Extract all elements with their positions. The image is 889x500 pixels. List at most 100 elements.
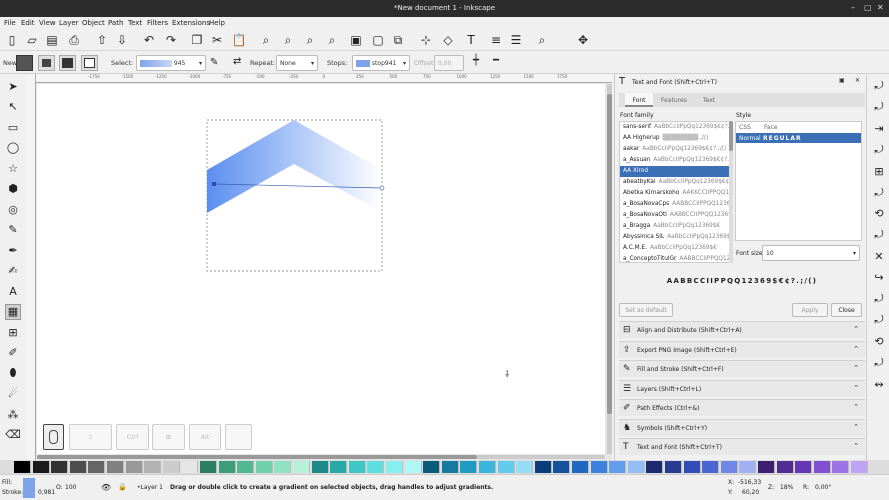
dock-row[interactable]: T Text and Font (Shift+Ctrl+T) ⌃ xyxy=(619,438,865,455)
font-list-item[interactable]: a_Bragga AaBbCcIiPpQq12369$€ xyxy=(620,221,732,232)
dock-row[interactable]: ♞ Symbols (Shift+Ctrl+Y) ⌃ xyxy=(619,418,865,436)
snap-toggle-icon[interactable]: ⤾ xyxy=(871,291,887,307)
collapse-icon[interactable]: ⌃ xyxy=(853,384,859,392)
palette-swatch[interactable] xyxy=(88,461,106,473)
reverse-icon[interactable]: ⇄ xyxy=(233,56,241,67)
palette-swatch[interactable] xyxy=(293,461,310,473)
collapse-icon[interactable]: ⌃ xyxy=(853,403,859,411)
node-editor-icon[interactable]: ⊹ xyxy=(418,32,434,48)
dock-row[interactable]: ⊟ Align and Distribute (Shift+Ctrl+A) ⌃ xyxy=(619,321,865,338)
menu-help[interactable]: Help xyxy=(209,19,225,27)
linear-gradient-button[interactable] xyxy=(16,55,33,71)
snap-toggle-icon[interactable]: ↭ xyxy=(871,376,887,392)
font-list-item[interactable]: a_BosaNovaCpsAABBCCIIPPQQ12369$€ xyxy=(620,199,732,210)
palette-swatch[interactable] xyxy=(237,461,255,473)
palette-swatch[interactable] xyxy=(181,461,199,473)
zoom-value[interactable]: 18% xyxy=(780,484,793,491)
save-icon[interactable]: ▤ xyxy=(44,32,60,48)
tab-text[interactable]: Text xyxy=(703,97,715,104)
dock-row[interactable]: ☰ Layers (Shift+Ctrl+L) ⌃ xyxy=(619,379,865,397)
close-window-button[interactable]: ✕ xyxy=(877,3,884,12)
remove-stop-icon[interactable]: ━ xyxy=(493,55,499,66)
palette-swatch[interactable] xyxy=(739,461,757,473)
redo-icon[interactable]: ↷ xyxy=(163,32,179,48)
palette-swatch[interactable] xyxy=(386,461,403,473)
snap-toggle-icon[interactable]: ⤾ xyxy=(871,99,887,115)
menu-extensions[interactable]: Extensions xyxy=(172,19,210,27)
menu-object[interactable]: Object xyxy=(82,19,105,27)
undo-icon[interactable]: ↶ xyxy=(141,32,157,48)
circle-tool-icon[interactable]: ◯ xyxy=(5,140,21,156)
dock-row[interactable]: ✎ Fill and Stroke (Shift+Ctrl+F) ⌃ xyxy=(619,360,865,377)
find-icon[interactable]: ⌕ xyxy=(534,32,550,48)
visibility-icon[interactable]: 👁 xyxy=(101,483,111,492)
copy-icon[interactable]: ❐ xyxy=(189,32,205,48)
gradient-start-handle[interactable] xyxy=(212,182,216,186)
layers-icon[interactable]: ☰ xyxy=(508,32,524,48)
export-icon[interactable]: ⇩ xyxy=(114,32,130,48)
gradient-tool-icon[interactable]: ▦ xyxy=(5,303,21,320)
paint-bucket-tool-icon[interactable]: ⬮ xyxy=(5,365,21,381)
font-list-item[interactable]: a_ConceptoTitulGrAABBCCIIPPQQ12369$€ xyxy=(620,254,732,262)
dropper-tool-icon[interactable]: ✐ xyxy=(5,345,21,361)
menu-layer[interactable]: Layer xyxy=(59,19,79,27)
palette-swatch[interactable] xyxy=(813,461,831,473)
close-panel-icon[interactable]: ✕ xyxy=(855,77,860,84)
palette-swatch[interactable] xyxy=(330,461,348,473)
palette-swatch[interactable] xyxy=(720,461,738,473)
vertical-scrollbar[interactable] xyxy=(607,84,612,454)
collapse-icon[interactable]: ⌃ xyxy=(853,364,859,372)
paste-icon[interactable]: 📋 xyxy=(231,32,247,48)
stroke-target-button[interactable] xyxy=(81,55,98,71)
palette-swatch[interactable] xyxy=(367,461,385,473)
repeat-select[interactable]: None ▾ xyxy=(276,55,318,71)
menu-text[interactable]: Text xyxy=(128,19,142,27)
snap-toggle-icon[interactable]: ⟲ xyxy=(871,334,887,350)
font-list-item[interactable]: a_Assuan AaBbCcIiPpQq12369$€¢?.;/() xyxy=(620,155,732,166)
horizontal-scrollbar[interactable] xyxy=(37,455,605,459)
style-list[interactable]: CSS Face Normal REGULAR xyxy=(735,121,862,241)
palette-swatch[interactable] xyxy=(144,461,162,473)
fill-target-button[interactable] xyxy=(59,55,76,71)
palette-swatch[interactable] xyxy=(107,461,124,473)
fill-swatch[interactable] xyxy=(23,478,35,498)
group-icon[interactable]: ▣ xyxy=(348,32,364,48)
palette-swatch[interactable] xyxy=(590,461,608,473)
gradient-chevron-shape[interactable] xyxy=(207,120,382,213)
add-stop-icon[interactable]: ┿ xyxy=(473,55,479,66)
snap-toggle-icon[interactable]: ⤾ xyxy=(871,78,887,94)
palette-swatch[interactable] xyxy=(311,461,329,473)
radial-gradient-button[interactable] xyxy=(38,55,55,71)
font-size-combo[interactable]: 10 ▾ xyxy=(762,245,860,261)
snap-toggle-icon[interactable]: ⊞ xyxy=(871,163,887,179)
palette-swatch[interactable] xyxy=(646,461,664,473)
font-family-list[interactable]: sans-serif AaBbCcIiPpQq12369$€¢?.;/() AA H… xyxy=(619,121,733,263)
pencil-tool-icon[interactable]: ✎ xyxy=(5,222,21,238)
palette-swatch[interactable] xyxy=(609,461,627,473)
snap-toggle-icon[interactable]: ⤾ xyxy=(871,227,887,243)
snap-toggle-icon[interactable]: ⤾ xyxy=(871,142,887,158)
gradient-select[interactable]: 945 ▾ xyxy=(136,55,206,71)
font-list-scrollbar[interactable] xyxy=(729,121,733,263)
palette-swatch[interactable] xyxy=(404,461,422,473)
layer-select[interactable]: •Layer 1 xyxy=(137,484,163,491)
menu-path[interactable]: Path xyxy=(108,19,123,27)
snap-toggle-icon[interactable]: ⤾ xyxy=(871,355,887,371)
palette-swatch[interactable] xyxy=(32,461,50,473)
menu-file[interactable]: File xyxy=(4,19,16,27)
collapse-icon[interactable]: ⌃ xyxy=(853,442,859,450)
apply-button[interactable]: Apply xyxy=(792,303,828,317)
print-icon[interactable]: ⎙ xyxy=(66,32,82,48)
palette-swatch[interactable] xyxy=(702,461,720,473)
dock-row[interactable]: ⇪ Export PNG Image (Shift+Ctrl+E) ⌃ xyxy=(619,340,865,358)
palette-swatch[interactable] xyxy=(516,461,534,473)
palette-swatch[interactable] xyxy=(795,461,813,473)
palette-swatch[interactable] xyxy=(162,461,180,473)
palette-swatch[interactable] xyxy=(255,461,273,473)
palette-swatch[interactable] xyxy=(14,461,31,473)
palette-swatch[interactable] xyxy=(776,461,794,473)
snap-toggle-icon[interactable]: ⇥ xyxy=(871,121,887,137)
close-button[interactable]: Close xyxy=(831,303,862,317)
transform-icon[interactable]: ✥ xyxy=(575,32,591,48)
drawing-canvas[interactable]: ⸸ xyxy=(37,84,605,454)
